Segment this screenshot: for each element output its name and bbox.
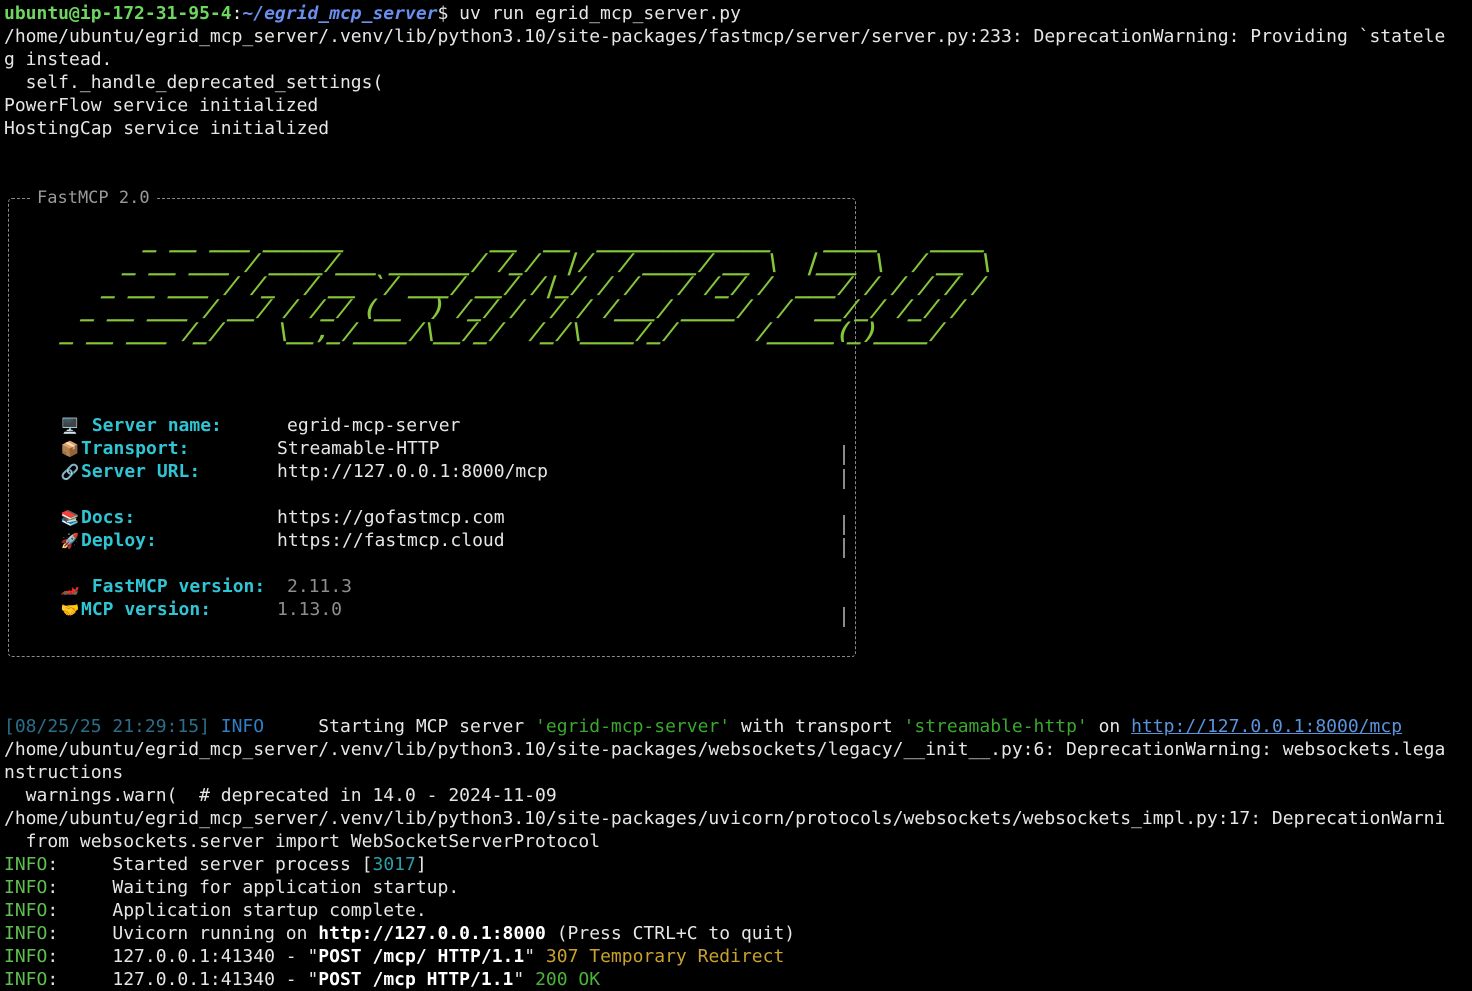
- http-request: POST /mcp/ HTTP/1.1: [318, 946, 525, 967]
- info-log-line: INFO: 127.0.0.1:41340 - "POST /mcp HTTP/…: [4, 969, 601, 990]
- info-log-line: INFO: Started server process [3017]: [4, 854, 427, 875]
- info-label: INFO: [4, 877, 48, 898]
- info-label: INFO: [4, 923, 48, 944]
- output-line: /home/ubuntu/egrid_mcp_server/.venv/lib/…: [4, 739, 1446, 760]
- info-key: FastMCP version:: [91, 576, 266, 597]
- info-label: INFO: [4, 854, 48, 875]
- info-row-gap: [59, 553, 849, 576]
- prompt-symbol: $: [437, 3, 449, 24]
- info-row-docs: 📚Docs: https://gofastmcp.com: [59, 507, 849, 530]
- output-line: HostingCap service initialized: [4, 118, 330, 139]
- info-row-deploy: 🚀Deploy: https://fastmcp.cloud: [59, 530, 849, 553]
- books-icon: 📚: [60, 509, 80, 527]
- output-line: warnings.warn( # deprecated in 14.0 - 20…: [4, 785, 557, 806]
- info-key: Docs:: [81, 507, 136, 528]
- info-row-mcp-version: 🤝MCP version: 1.13.0: [59, 599, 849, 622]
- panel-border-fragment: [843, 445, 845, 465]
- handshake-icon: 🤝: [60, 601, 80, 619]
- info-row-server-url: 🔗Server URL: http://127.0.0.1:8000/mcp: [59, 461, 849, 484]
- info-value: 1.13.0: [277, 599, 343, 620]
- output-line: nstructions: [4, 762, 124, 783]
- info-row-fastmcp-version: 🏎️ FastMCP version: 2.11.3: [59, 576, 849, 599]
- info-label: INFO: [4, 900, 48, 921]
- output-line: /home/ubuntu/egrid_mcp_server/.venv/lib/…: [4, 26, 1446, 47]
- computer-icon: 🖥️: [60, 417, 80, 435]
- server-name-string: 'egrid-mcp-server': [535, 716, 731, 737]
- start-server-line: [08/25/25 21:29:15] INFO Starting MCP se…: [4, 716, 1403, 737]
- link-icon: 🔗: [60, 463, 80, 481]
- info-log-line: INFO: 127.0.0.1:41340 - "POST /mcp/ HTTP…: [4, 946, 785, 967]
- info-label: INFO: [4, 969, 48, 990]
- log-timestamp: [08/25/25 21:29:15]: [4, 716, 210, 737]
- info-value: Streamable-HTTP: [277, 438, 440, 459]
- race-car-icon: 🏎️: [60, 578, 80, 596]
- terminal-output[interactable]: ubuntu@ip-172-31-95-4:~/egrid_mcp_server…: [4, 2, 1472, 140]
- output-line: self._handle_deprecated_settings(: [4, 72, 384, 93]
- process-id: 3017: [372, 854, 416, 875]
- info-value[interactable]: https://gofastmcp.com: [277, 507, 505, 528]
- prompt-user-host: ubuntu@ip-172-31-95-4: [4, 3, 232, 24]
- output-line: from websockets.server import WebSocketS…: [4, 831, 601, 852]
- prompt-line: ubuntu@ip-172-31-95-4:~/egrid_mcp_server…: [4, 3, 741, 24]
- info-key: Transport:: [81, 438, 190, 459]
- server-info-list: 🖥️ Server name: egrid-mcp-server 📦Transp…: [59, 415, 849, 622]
- rocket-icon: 🚀: [60, 532, 80, 550]
- output-line: PowerFlow service initialized: [4, 95, 319, 116]
- panel-border-fragment: [843, 469, 845, 489]
- info-value: 2.11.3: [287, 576, 353, 597]
- info-row-server-name: 🖥️ Server name: egrid-mcp-server: [59, 415, 849, 438]
- output-line: /home/ubuntu/egrid_mcp_server/.venv/lib/…: [4, 808, 1446, 829]
- panel-title: FastMCP 2.0: [31, 187, 156, 209]
- package-icon: 📦: [60, 440, 80, 458]
- info-key: Deploy:: [81, 530, 157, 551]
- log-level: INFO: [220, 716, 265, 737]
- server-url-link[interactable]: http://127.0.0.1:8000/mcp: [1131, 716, 1402, 737]
- info-row-transport: 📦Transport: Streamable-HTTP: [59, 438, 849, 461]
- terminal-output-lower[interactable]: [08/25/25 21:29:15] INFO Starting MCP se…: [4, 715, 1472, 991]
- info-label: INFO: [4, 946, 48, 967]
- info-log-line: INFO: Waiting for application startup.: [4, 877, 460, 898]
- info-key: MCP version:: [81, 599, 212, 620]
- info-key: Server URL:: [81, 461, 201, 482]
- output-line: g instead.: [4, 49, 113, 70]
- uvicorn-url[interactable]: http://127.0.0.1:8000: [318, 923, 546, 944]
- info-log-line: INFO: Application startup complete.: [4, 900, 427, 921]
- info-value[interactable]: http://127.0.0.1:8000/mcp: [277, 461, 548, 482]
- http-status-redirect: 307 Temporary Redirect: [545, 946, 785, 967]
- prompt-command: uv run egrid_mcp_server.py: [448, 3, 741, 24]
- http-request: POST /mcp HTTP/1.1: [318, 969, 514, 990]
- panel-border-fragment: [843, 538, 845, 558]
- panel-border-fragment: [843, 607, 845, 627]
- http-status-ok: 200 OK: [535, 969, 601, 990]
- info-value[interactable]: https://fastmcp.cloud: [277, 530, 505, 551]
- fastmcp-logo: _ __ ___ ______ __ __ _____________ ____…: [58, 227, 1005, 345]
- info-row-gap: [59, 484, 849, 507]
- panel-border-fragment: [843, 515, 845, 535]
- fastmcp-banner-panel: FastMCP 2.0 _ __ ___ ______ __ __ ______…: [8, 187, 997, 657]
- info-log-line: INFO: Uvicorn running on http://127.0.0.…: [4, 923, 796, 944]
- transport-string: 'streamable-http': [903, 716, 1088, 737]
- info-value: egrid-mcp-server: [287, 415, 461, 436]
- info-key: Server name:: [91, 415, 222, 436]
- prompt-path: ~/egrid_mcp_server: [242, 3, 438, 24]
